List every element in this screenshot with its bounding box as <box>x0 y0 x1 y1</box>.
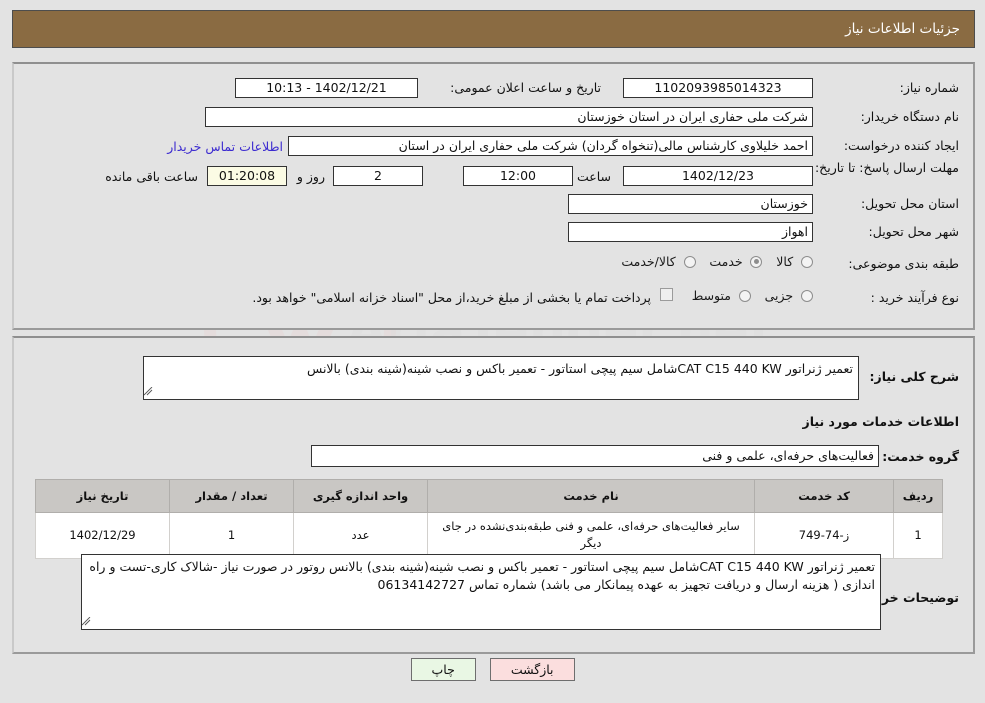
services-table: ردیف کد خدمت نام خدمت واحد اندازه گیری ت… <box>35 479 943 559</box>
remaining-days-label: روز و <box>296 169 325 184</box>
th-unit: واحد اندازه گیری <box>293 479 428 513</box>
service-group-label: گروه خدمت: <box>882 449 959 464</box>
deadline-date-value: 1402/12/23 <box>623 166 813 186</box>
announce-datetime-value: 1402/12/21 - 10:13 <box>235 78 418 98</box>
process-radio-group: جزیی متوسط <box>682 288 813 303</box>
process-label-wrap: نوع فرآیند خرید : <box>871 290 959 305</box>
treasury-note-label: پرداخت تمام یا بخشی از مبلغ خرید،از محل … <box>252 290 651 305</box>
province-label-wrap: استان محل تحویل: <box>861 196 959 211</box>
buyer-org-label-wrap: نام دستگاه خریدار: <box>861 109 959 124</box>
buyer-org-value: شرکت ملی حفاری ایران در استان خوزستان <box>205 107 813 127</box>
td-name: سایر فعالیت‌های حرفه‌ای، علمی و فنی طبقه… <box>427 512 755 559</box>
td-date: 1402/12/29 <box>35 512 170 559</box>
remaining-days-value: 2 <box>333 166 423 186</box>
radio-process-jozi[interactable] <box>801 289 813 302</box>
need-number-value: 1102093985014323 <box>623 78 813 98</box>
announce-datetime-label: تاریخ و ساعت اعلان عمومی: <box>450 80 601 95</box>
creator-label-wrap: ایجاد کننده درخواست: <box>844 138 959 153</box>
category-label-wrap: طبقه بندی موضوعی: <box>848 256 959 271</box>
treasury-checkbox[interactable] <box>660 288 673 301</box>
radio-category-kala-khedmat[interactable] <box>683 255 696 268</box>
category-radio-group: کالا خدمت کالا/خدمت <box>611 254 813 269</box>
city-label: شهر محل تحویل: <box>868 224 959 239</box>
th-row: ردیف <box>893 479 943 513</box>
buyer-org-label: نام دستگاه خریدار: <box>860 109 959 124</box>
need-number-label: شماره نیاز: <box>899 80 959 95</box>
page-root: AriaTender.net AriaTender.net جزئیات اطل… <box>0 0 985 703</box>
field-need-number: شماره نیاز: <box>900 80 959 95</box>
th-qty: تعداد / مقدار <box>169 479 294 513</box>
page-title: جزئیات اطلاعات نیاز <box>845 21 960 37</box>
td-row: 1 <box>893 512 943 559</box>
td-unit: عدد <box>293 512 428 559</box>
radio-category-khedmat-label: خدمت <box>709 254 743 269</box>
radio-category-kala[interactable] <box>801 255 813 268</box>
td-code: ز-74-749 <box>754 512 894 559</box>
creator-value: احمد خلیلاوی کارشناس مالی(تنخواه گردان) … <box>288 136 813 156</box>
city-label-wrap: شهر محل تحویل: <box>869 224 959 239</box>
radio-category-kala-label: کالا <box>776 254 794 269</box>
province-label: استان محل تحویل: <box>860 196 959 211</box>
countdown-value: 01:20:08 <box>207 166 287 186</box>
radio-category-kala-khedmat-label: کالا/خدمت <box>621 254 676 269</box>
td-qty: 1 <box>169 512 294 559</box>
radio-category-khedmat[interactable] <box>750 255 763 268</box>
announce-datetime-label-wrap: تاریخ و ساعت اعلان عمومی: <box>450 80 601 95</box>
need-info-panel: شماره نیاز: 1102093985014323 تاریخ و ساع… <box>12 62 975 330</box>
general-desc-textarea[interactable]: تعمیر ژنراتور CAT C15 440 KWشامل سیم پیچ… <box>143 356 859 400</box>
table-header-row: ردیف کد خدمت نام خدمت واحد اندازه گیری ت… <box>35 479 943 513</box>
back-button[interactable]: بازگشت <box>489 658 575 681</box>
province-value: خوزستان <box>568 194 813 214</box>
radio-process-motevaset[interactable] <box>738 289 751 302</box>
page-header: جزئیات اطلاعات نیاز <box>12 10 975 48</box>
category-label: طبقه بندی موضوعی: <box>848 256 959 271</box>
deadline-time-label: ساعت <box>576 169 611 184</box>
need-details-panel: شرح کلی نیاز: تعمیر ژنراتور CAT C15 440 … <box>12 336 975 654</box>
process-label: نوع فرآیند خرید : <box>870 290 959 305</box>
th-name: نام خدمت <box>427 479 755 513</box>
services-heading: اطلاعات خدمات مورد نیاز <box>802 414 960 429</box>
footer-actions: بازگشت چاپ <box>0 658 985 681</box>
radio-process-jozi-label: جزیی <box>764 288 794 303</box>
deadline-time-value: 12:00 <box>463 166 573 186</box>
service-group-value: فعالیت‌های حرفه‌ای، علمی و فنی <box>311 445 879 467</box>
deadline-label: مهلت ارسال پاسخ: تا تاریخ: <box>814 160 959 175</box>
radio-process-motevaset-label: متوسط <box>691 288 731 303</box>
th-code: کد خدمت <box>754 479 894 513</box>
deadline-label-wrap: مهلت ارسال پاسخ: تا تاریخ: <box>815 160 959 176</box>
general-desc-label: شرح کلی نیاز: <box>869 369 959 384</box>
city-value: اهواز <box>568 222 813 242</box>
countdown-label: ساعت باقی مانده <box>105 169 198 184</box>
buyer-contact-link[interactable]: اطلاعات تماس خریدار <box>167 139 283 154</box>
buyer-notes-textarea[interactable]: تعمیر ژنراتور CAT C15 440 KWشامل سیم پیچ… <box>81 554 881 630</box>
th-date: تاریخ نیاز <box>35 479 170 513</box>
creator-label: ایجاد کننده درخواست: <box>843 138 959 153</box>
table-row: 1 ز-74-749 سایر فعالیت‌های حرفه‌ای، علمی… <box>35 512 943 559</box>
print-button[interactable]: چاپ <box>410 658 476 681</box>
